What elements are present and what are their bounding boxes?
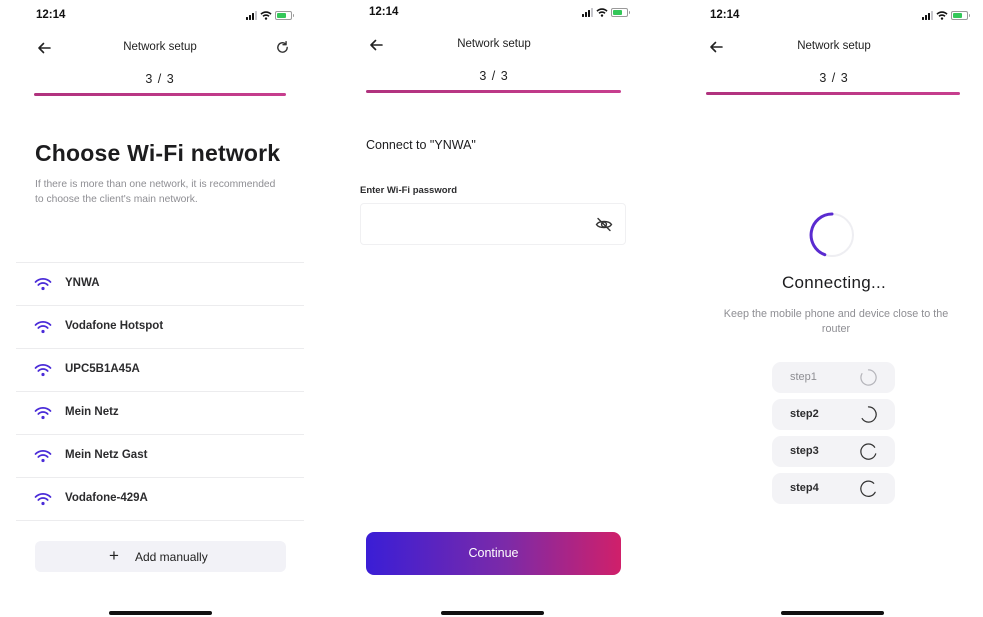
network-item-mein-netz-gast[interactable]: Mein Netz Gast bbox=[16, 435, 304, 478]
step-label: step3 bbox=[790, 445, 819, 457]
home-indicator bbox=[781, 611, 884, 615]
continue-button[interactable]: Continue bbox=[366, 532, 621, 575]
cellular-signal-icon bbox=[582, 7, 593, 17]
cellular-signal-icon bbox=[922, 10, 933, 20]
status-time: 12:14 bbox=[36, 9, 66, 21]
wifi-icon bbox=[34, 407, 52, 420]
refresh-icon[interactable] bbox=[275, 40, 290, 55]
network-name: Vodafone-429A bbox=[65, 492, 148, 504]
add-manually-label: Add manually bbox=[135, 550, 208, 564]
screen-choose-wifi: 12:14 Network setup 3 / 3 Choose Wi-Fi n… bbox=[16, 0, 304, 617]
network-name: Vodafone Hotspot bbox=[65, 320, 164, 332]
step-label: step1 bbox=[790, 371, 817, 383]
hint-text: If there is more than one network, it is… bbox=[35, 179, 276, 205]
eye-off-icon[interactable] bbox=[595, 217, 613, 232]
network-name: UPC5B1A45A bbox=[65, 363, 140, 375]
network-item-ynwa[interactable]: YNWA bbox=[16, 263, 304, 306]
step-item-3: step3 bbox=[772, 436, 895, 467]
screen-enter-password: 12:14 Network setup 3 / 3 Connect to "YN… bbox=[350, 0, 638, 617]
cellular-signal-icon bbox=[246, 10, 257, 20]
screen-connecting: 12:14 Network setup 3 / 3 Connecting... … bbox=[690, 0, 978, 617]
connect-to-label: Connect to "YNWA" bbox=[366, 138, 476, 152]
network-name: Mein Netz Gast bbox=[65, 449, 148, 461]
status-bar: 12:14 bbox=[690, 0, 978, 28]
status-bar: 12:14 bbox=[350, 0, 638, 28]
wifi-icon bbox=[34, 321, 52, 334]
battery-icon bbox=[951, 10, 970, 20]
progress-bar bbox=[706, 92, 960, 95]
wifi-icon bbox=[34, 364, 52, 377]
wifi-status-icon bbox=[596, 7, 608, 17]
header: Network setup bbox=[16, 38, 304, 60]
wifi-icon bbox=[34, 278, 52, 291]
heading: Choose Wi-Fi network bbox=[35, 140, 281, 166]
continue-label: Continue bbox=[468, 546, 519, 560]
step-label: step4 bbox=[790, 482, 819, 494]
step-item-1: step1 bbox=[772, 362, 895, 393]
plus-icon: + bbox=[109, 546, 119, 565]
home-indicator bbox=[109, 611, 212, 615]
password-label: Enter Wi-Fi password bbox=[360, 185, 458, 196]
status-time: 12:14 bbox=[369, 6, 399, 18]
wifi-icon bbox=[34, 493, 52, 506]
step-indicator: 3 / 3 bbox=[819, 71, 849, 85]
progress-bar bbox=[34, 93, 286, 96]
keep-close-hint: Keep the mobile phone and device close t… bbox=[723, 308, 949, 335]
page-title: Network setup bbox=[123, 41, 197, 53]
network-item-vodafone-hotspot[interactable]: Vodafone Hotspot bbox=[16, 306, 304, 349]
progress-bar bbox=[366, 90, 621, 93]
network-item-vodafone-429a[interactable]: Vodafone-429A bbox=[16, 478, 304, 521]
status-bar: 12:14 bbox=[16, 0, 304, 28]
page-title: Network setup bbox=[457, 38, 531, 50]
step-label: step2 bbox=[790, 408, 819, 420]
loading-spinner-icon bbox=[809, 212, 854, 257]
step-spinner-icon bbox=[860, 480, 876, 497]
home-indicator bbox=[441, 611, 544, 615]
battery-icon bbox=[275, 10, 294, 20]
wifi-icon bbox=[34, 450, 52, 463]
step-spinner-icon bbox=[860, 443, 877, 460]
battery-icon bbox=[611, 7, 630, 17]
network-name: YNWA bbox=[65, 277, 100, 289]
wifi-status-icon bbox=[260, 10, 272, 20]
step-indicator: 3 / 3 bbox=[479, 69, 509, 83]
wifi-status-icon bbox=[936, 10, 948, 20]
step-spinner-icon bbox=[861, 406, 877, 423]
password-input[interactable] bbox=[361, 204, 601, 244]
network-item-mein-netz[interactable]: Mein Netz bbox=[16, 392, 304, 435]
password-field bbox=[360, 203, 626, 245]
header: Network setup bbox=[350, 35, 638, 57]
network-list: YNWA Vodafone Hotspot UPC5B1A45A Mein Ne… bbox=[16, 262, 304, 521]
page-title: Network setup bbox=[797, 40, 871, 52]
network-name: Mein Netz bbox=[65, 406, 119, 418]
step-spinner-icon bbox=[860, 369, 877, 386]
step-item-2: step2 bbox=[772, 399, 895, 430]
step-item-4: step4 bbox=[772, 473, 895, 504]
header: Network setup bbox=[690, 37, 978, 59]
connecting-status: Connecting... bbox=[781, 273, 887, 292]
status-time: 12:14 bbox=[710, 9, 740, 21]
step-indicator: 3 / 3 bbox=[145, 72, 175, 86]
add-manually-button[interactable]: + Add manually bbox=[35, 541, 286, 572]
network-item-upc5b1a45a[interactable]: UPC5B1A45A bbox=[16, 349, 304, 392]
